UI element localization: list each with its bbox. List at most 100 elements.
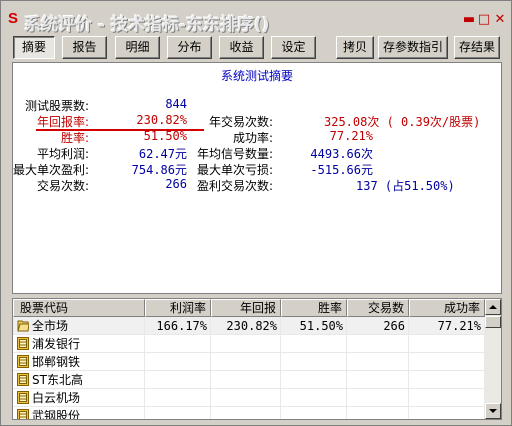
label-max-single-loss: 最大单次亏损: (196, 163, 273, 177)
cell-win-rate (281, 335, 347, 353)
tab-summary[interactable]: 摘要 (13, 36, 55, 59)
cell-success-rate (409, 407, 485, 419)
label-annual-return: 年回报率: (36, 115, 89, 129)
cell-trade-count (347, 371, 409, 389)
cell-profit-rate (145, 335, 211, 353)
label-avg-profit: 平均利润: (36, 147, 89, 161)
cell-win-rate: 51.50% (281, 317, 347, 335)
close-icon[interactable]: ✕ (493, 13, 507, 27)
table-row[interactable]: 全市场 166.17% 230.82% 51.50% 266 77.21% (13, 317, 485, 335)
value-max-single-loss: -515.66元 (310, 163, 373, 177)
value-max-single-profit: 754.86元 (131, 163, 187, 177)
cell-stock-name: 全市场 (13, 317, 145, 335)
stock-icon (17, 373, 29, 386)
value-avg-profit: 62.47元 (138, 147, 187, 161)
tab-profit[interactable]: 收益 (219, 36, 264, 59)
label-success-rate: 成功率: (232, 131, 273, 145)
table-header: 股票代码 利润率 年回报 胜率 交易数 成功率 (13, 299, 485, 317)
tab-detail[interactable]: 明细 (115, 36, 160, 59)
table-row[interactable]: 白云机场 (13, 389, 485, 407)
stock-icon (17, 391, 29, 404)
label-profitable-trades: 盈利交易次数: (196, 179, 273, 193)
cell-trade-count (347, 353, 409, 371)
cell-profit-rate (145, 353, 211, 371)
system-evaluation-window: S 系统评价 - 技术指标-东东排序() ▬ □ ✕ 摘要 报告 明细 分布 收… (0, 0, 512, 426)
tab-report[interactable]: 报告 (62, 36, 107, 59)
cell-trade-count (347, 407, 409, 419)
cell-profit-rate (145, 407, 211, 419)
label-max-single-profit: 最大单次盈利: (12, 163, 89, 177)
tab-settings[interactable]: 设定 (271, 36, 316, 59)
cell-win-rate (281, 371, 347, 389)
scroll-down-icon (489, 409, 497, 413)
table-row[interactable]: 邯郸钢铁 (13, 353, 485, 371)
cell-success-rate (409, 353, 485, 371)
tab-distribution[interactable]: 分布 (167, 36, 212, 59)
value-trade-count: 266 (165, 177, 187, 191)
cell-success-rate: 77.21% (409, 317, 485, 335)
label-stock-count: 测试股票数: (24, 99, 89, 113)
copy-button[interactable]: 拷贝 (336, 36, 374, 59)
value-annual-trades: 325.08次 ( 0.39次/股票) (324, 115, 481, 129)
value-win-rate: 51.50% (143, 129, 187, 143)
cell-trade-count (347, 389, 409, 407)
cell-stock-name: 浦发银行 (13, 335, 145, 353)
column-header-annual-return[interactable]: 年回报 (211, 299, 281, 317)
column-header-success-rate[interactable]: 成功率 (409, 299, 485, 317)
column-header-profit-rate[interactable]: 利润率 (145, 299, 211, 317)
toolbar: 摘要 报告 明细 分布 收益 设定 拷贝 存参数指引 存结果 (5, 36, 509, 60)
cell-stock-name: ST东北高 (13, 371, 145, 389)
cell-stock-name: 武钢股份 (13, 407, 145, 420)
table-row[interactable]: 武钢股份 (13, 407, 485, 420)
stock-name: ST东北高 (32, 373, 83, 387)
annual-return-underline (36, 129, 204, 131)
maximize-icon[interactable]: □ (477, 13, 491, 27)
cell-profit-rate: 166.17% (145, 317, 211, 335)
label-trade-count: 交易次数: (36, 179, 89, 193)
cell-annual-return (211, 335, 281, 353)
summary-title: 系统测试摘要 (220, 69, 293, 83)
cell-success-rate (409, 389, 485, 407)
vertical-scrollbar[interactable] (485, 299, 501, 419)
cell-trade-count: 266 (347, 317, 409, 335)
cell-win-rate (281, 407, 347, 419)
table-row[interactable]: ST东北高 (13, 371, 485, 389)
stock-name: 白云机场 (32, 391, 81, 405)
cell-annual-return (211, 371, 281, 389)
stock-name: 全市场 (32, 319, 69, 333)
cell-trade-count (347, 335, 409, 353)
cell-stock-name: 邯郸钢铁 (13, 353, 145, 371)
results-table: 股票代码 利润率 年回报 胜率 交易数 成功率 全市场 166.17% 230.82… (12, 298, 502, 420)
save-result-button[interactable]: 存结果 (454, 36, 500, 59)
column-header-trade-count[interactable]: 交易数 (347, 299, 409, 317)
stock-name: 浦发银行 (32, 337, 81, 351)
value-profitable-trades: 137 (占51.50%) (356, 179, 455, 193)
app-logo-icon: S (8, 10, 19, 27)
save-param-guide-button[interactable]: 存参数指引 (378, 36, 448, 59)
cell-annual-return: 230.82% (211, 317, 281, 335)
table-row[interactable]: 浦发银行 (13, 335, 485, 353)
value-success-rate: 77.21% (329, 129, 373, 143)
cell-success-rate (409, 371, 485, 389)
stock-icon (17, 337, 29, 350)
value-stock-count: 844 (165, 97, 187, 111)
scroll-up-button[interactable] (485, 299, 501, 315)
cell-success-rate (409, 335, 485, 353)
minimize-icon[interactable]: ▬ (462, 13, 476, 27)
column-header-stock-code[interactable]: 股票代码 (13, 299, 145, 317)
title-bar: S 系统评价 - 技术指标-东东排序() ▬ □ ✕ (3, 3, 509, 35)
scroll-down-button[interactable] (485, 403, 501, 419)
cell-annual-return (211, 407, 281, 419)
stock-icon (17, 409, 29, 419)
scroll-thumb[interactable] (485, 316, 501, 328)
column-header-win-rate[interactable]: 胜率 (281, 299, 347, 317)
stock-name: 邯郸钢铁 (32, 355, 81, 369)
cell-stock-name: 白云机场 (13, 389, 145, 407)
stock-icon (17, 355, 29, 368)
stock-name: 武钢股份 (32, 409, 81, 420)
cell-profit-rate (145, 389, 211, 407)
scroll-up-icon (489, 305, 497, 309)
window-title: 系统评价 - 技术指标-东东排序() (24, 15, 270, 35)
value-avg-signals: 4493.66次 (310, 147, 373, 161)
value-annual-return: 230.82% (136, 113, 187, 127)
